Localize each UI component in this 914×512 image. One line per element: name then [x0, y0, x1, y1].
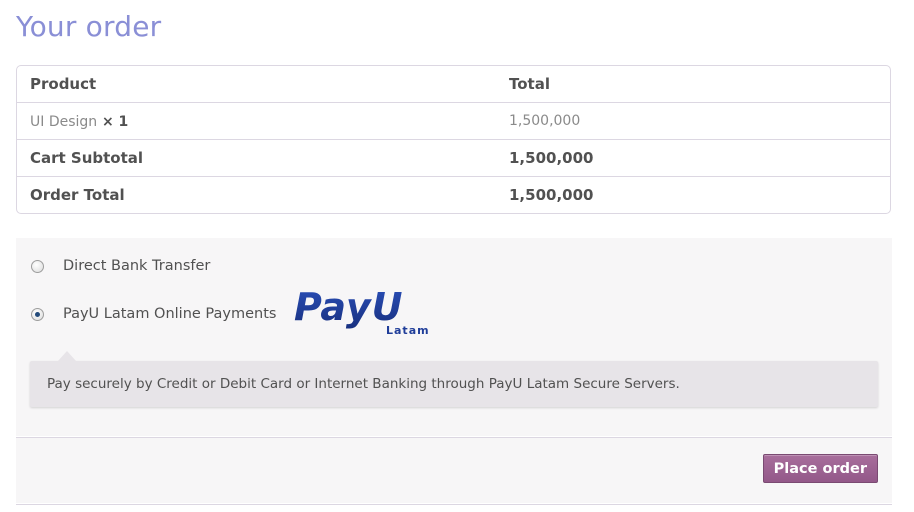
product-cell: UI Design × 1	[17, 103, 496, 140]
payment-method-bank-transfer[interactable]: Direct Bank Transfer	[31, 258, 210, 274]
table-header-row: Product Total	[17, 66, 890, 103]
table-row: UI Design × 1 1,500,000	[17, 103, 890, 140]
place-order-button[interactable]: Place order	[762, 454, 878, 483]
product-total: 1,500,000	[496, 103, 890, 140]
subtotal-label: Cart Subtotal	[17, 140, 496, 177]
place-order-area: Place order	[16, 438, 892, 503]
total-column-header: Total	[496, 66, 890, 103]
payu-logo-subtext: Latam	[386, 324, 430, 337]
order-review-table: Product Total UI Design × 1 1,500,000 Ca…	[16, 65, 891, 214]
product-quantity: × 1	[101, 114, 129, 130]
product-column-header: Product	[17, 66, 496, 103]
payment-method-payu[interactable]: PayU Latam Online Payments PayU Latam	[31, 285, 432, 342]
order-total-label: Order Total	[30, 186, 125, 204]
payu-logo: PayU Latam	[292, 285, 432, 342]
order-total-row: Order Total 1,500,000	[17, 177, 890, 213]
payu-radio[interactable]	[31, 307, 44, 321]
bank-transfer-radio[interactable]	[31, 259, 44, 273]
order-total-value: 1,500,000	[509, 186, 594, 204]
payment-methods-section: Direct Bank Transfer PayU Latam Online P…	[16, 238, 892, 436]
bank-transfer-label[interactable]: Direct Bank Transfer	[63, 258, 210, 274]
product-name: UI Design	[30, 114, 98, 130]
subtotal-value: 1,500,000	[496, 140, 890, 177]
page-title: Your order	[16, 10, 162, 43]
payment-description-box: Pay securely by Credit or Debit Card or …	[30, 351, 878, 407]
subtotal-row: Cart Subtotal 1,500,000	[17, 140, 890, 177]
payu-label[interactable]: PayU Latam Online Payments	[63, 306, 276, 322]
payu-logo-text: PayU	[294, 286, 404, 329]
divider	[16, 504, 892, 505]
payment-description: Pay securely by Credit or Debit Card or …	[47, 376, 680, 392]
